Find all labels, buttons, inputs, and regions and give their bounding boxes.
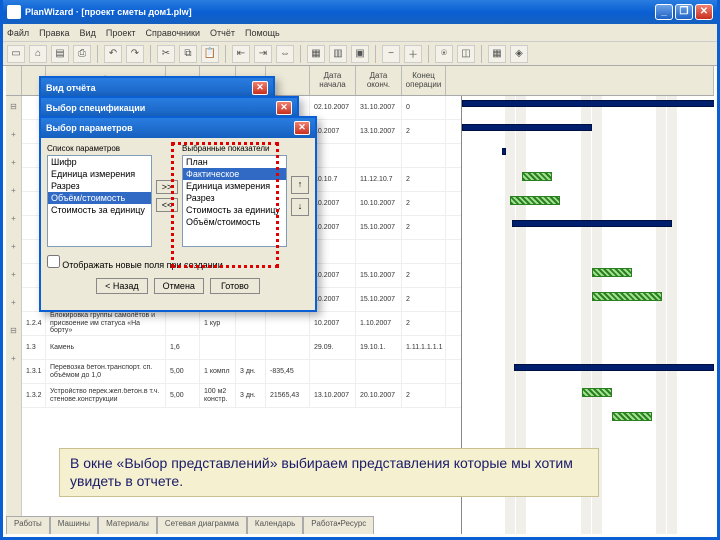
instruction-caption: В окне «Выбор представлений» выбираем пр… — [59, 448, 599, 497]
list-item[interactable]: План — [183, 156, 286, 168]
tab-calendar[interactable]: Календарь — [247, 516, 303, 534]
tb-group-icon[interactable]: ◫ — [457, 45, 475, 63]
dialog2-title: Выбор спецификации — [46, 103, 145, 113]
table-row[interactable]: 1.3.1Перевозка бетон.транспорт. сп. объё… — [22, 360, 461, 384]
outline-gutter: ⊟+++++++⊟+ — [6, 96, 22, 534]
menubar: Файл Правка Вид Проект Справочники Отчёт… — [3, 24, 717, 42]
right-listbox[interactable]: ПланФактическоеЕдиница измеренияРазрезСт… — [182, 155, 287, 247]
gantt-bar[interactable] — [512, 220, 672, 227]
tb-redo-icon[interactable]: ↷ — [126, 45, 144, 63]
tab-machines[interactable]: Машины — [50, 516, 98, 534]
list-item[interactable]: Единица измерения — [183, 180, 286, 192]
list-item[interactable]: Разрез — [183, 192, 286, 204]
dialog2-close-icon[interactable]: ✕ — [276, 101, 292, 115]
bottom-tabs: Работы Машины Материалы Сетевая диаграмм… — [6, 516, 374, 534]
show-new-label: Отображать новые поля при создании — [62, 260, 223, 270]
table-row[interactable]: 1.3Камень1,629.09.19.10.1.1.11.1.1.1.1. — [22, 336, 461, 360]
tb-tree-icon[interactable]: ⍟ — [435, 45, 453, 63]
gantt-bar[interactable] — [514, 364, 714, 371]
window-title: PlanWizard · [проект сметы дом1.plw] — [25, 7, 192, 17]
move-right-button[interactable]: >> — [156, 180, 178, 194]
tb-save-icon[interactable]: ▤ — [51, 45, 69, 63]
menu-ref[interactable]: Справочники — [146, 28, 201, 38]
menu-file[interactable]: Файл — [7, 28, 29, 38]
close-button[interactable]: ✕ — [695, 4, 713, 20]
show-new-checkbox[interactable] — [47, 255, 60, 268]
tab-works[interactable]: Работы — [6, 516, 50, 534]
left-listbox[interactable]: ШифрЕдиница измеренияРазрезОбъём/стоимос… — [47, 155, 152, 247]
list-item[interactable]: Объём/стоимость — [48, 192, 151, 204]
tb-paste-icon[interactable]: 📋 — [201, 45, 219, 63]
tb-new-icon[interactable]: ▭ — [7, 45, 25, 63]
tab-materials[interactable]: Материалы — [98, 516, 157, 534]
list-item[interactable]: Стоимость за единицу — [183, 204, 286, 216]
gantt-bar[interactable] — [612, 412, 652, 421]
tb-table-icon[interactable]: ▥ — [329, 45, 347, 63]
dialog3-close-icon[interactable]: ✕ — [294, 121, 310, 135]
gantt-bar[interactable] — [502, 148, 506, 155]
table-row[interactable]: 1.3.2Устройство перек.жел.бетон.в т.ч. с… — [22, 384, 461, 408]
back-button[interactable]: < Назад — [96, 278, 148, 294]
list-item[interactable]: Разрез — [48, 180, 151, 192]
tab-network[interactable]: Сетевая диаграмма — [157, 516, 247, 534]
tb-zoomin-icon[interactable]: ＋ — [404, 45, 422, 63]
tb-outdent-icon[interactable]: ⇤ — [232, 45, 250, 63]
tb-copy-icon[interactable]: ⧉ — [179, 45, 197, 63]
move-up-button[interactable]: ↑ — [291, 176, 309, 194]
tb-open-icon[interactable]: ⌂ — [29, 45, 47, 63]
cancel-button[interactable]: Отмена — [154, 278, 204, 294]
tb-indent-icon[interactable]: ⇥ — [254, 45, 272, 63]
tb-chart-icon[interactable]: ▣ — [351, 45, 369, 63]
app-icon — [7, 5, 21, 19]
gantt-bar[interactable] — [462, 124, 592, 131]
gantt-bar[interactable] — [510, 196, 560, 205]
tb-zoomout-icon[interactable]: − — [382, 45, 400, 63]
list-item[interactable]: Фактическое — [183, 168, 286, 180]
gantt-bar[interactable] — [462, 100, 714, 107]
dialog-param-select[interactable]: Выбор параметров ✕ Список параметров Шифр… — [39, 116, 317, 312]
left-list-label: Список параметров — [47, 144, 152, 153]
tb-undo-icon[interactable]: ↶ — [104, 45, 122, 63]
menu-report[interactable]: Отчёт — [210, 28, 235, 38]
table-row[interactable]: 1.2.4Блокировка группы самолётов и присв… — [22, 312, 461, 336]
move-down-button[interactable]: ↓ — [291, 198, 309, 216]
list-item[interactable]: Объём/стоимость — [183, 216, 286, 228]
tab-work-resource[interactable]: Работа•Ресурс — [303, 516, 374, 534]
gantt-bar[interactable] — [582, 388, 612, 397]
menu-view[interactable]: Вид — [80, 28, 96, 38]
right-list-label: Выбранные показатели — [182, 144, 287, 153]
list-item[interactable]: Единица измерения — [48, 168, 151, 180]
tb-report-icon[interactable]: ▦ — [488, 45, 506, 63]
list-item[interactable]: Шифр — [48, 156, 151, 168]
gantt-bar[interactable] — [592, 292, 662, 301]
minimize-button[interactable]: _ — [655, 4, 673, 20]
menu-project[interactable]: Проект — [106, 28, 136, 38]
tb-wizard-icon[interactable]: ◈ — [510, 45, 528, 63]
dialog1-close-icon[interactable]: ✕ — [252, 81, 268, 95]
tb-link-icon[interactable]: ⇔ — [276, 45, 294, 63]
menu-edit[interactable]: Правка — [39, 28, 69, 38]
list-item[interactable]: Стоимость за единицу — [48, 204, 151, 216]
tb-grid-icon[interactable]: ▦ — [307, 45, 325, 63]
toolbar: ▭ ⌂ ▤ ⎙ ↶ ↷ ✂ ⧉ 📋 ⇤ ⇥ ⇔ ▦ ▥ ▣ − ＋ ⍟ ◫ ▦ … — [3, 42, 717, 66]
gantt-bar[interactable] — [522, 172, 552, 181]
done-button[interactable]: Готово — [210, 278, 260, 294]
menu-help[interactable]: Помощь — [245, 28, 280, 38]
gantt-bar[interactable] — [592, 268, 632, 277]
move-left-button[interactable]: << — [156, 198, 178, 212]
dialog1-title: Вид отчёта — [46, 83, 96, 93]
maximize-button[interactable]: ❐ — [675, 4, 693, 20]
tb-print-icon[interactable]: ⎙ — [73, 45, 91, 63]
dialog3-title: Выбор параметров — [46, 123, 133, 133]
titlebar[interactable]: PlanWizard · [проект сметы дом1.plw] _ ❐… — [3, 0, 717, 24]
tb-cut-icon[interactable]: ✂ — [157, 45, 175, 63]
